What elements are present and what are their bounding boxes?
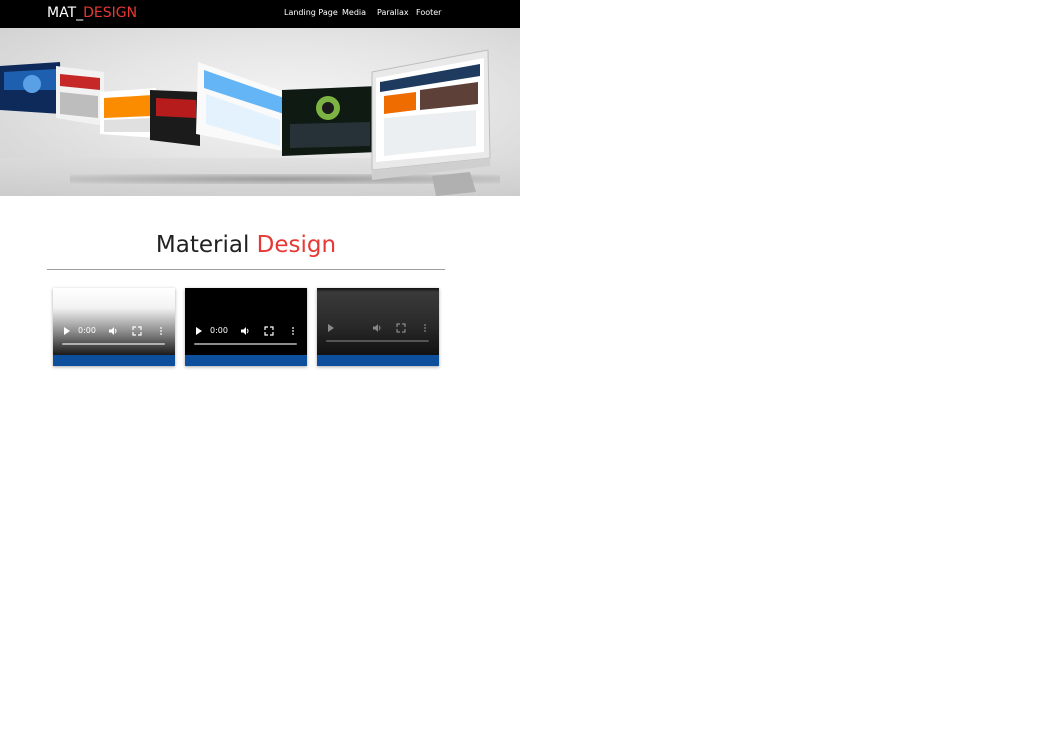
play-icon[interactable] bbox=[326, 323, 336, 333]
play-icon[interactable] bbox=[194, 326, 204, 336]
section-divider bbox=[47, 269, 445, 270]
brand-part-1: MAT_ bbox=[47, 5, 84, 21]
section-title-dark: Material bbox=[155, 232, 257, 258]
seek-bar[interactable] bbox=[62, 343, 165, 345]
brand-logo[interactable]: MAT_DESIGN bbox=[47, 4, 137, 22]
hero-image bbox=[0, 28, 520, 196]
section-title: Material Design bbox=[46, 230, 446, 260]
card-footer-bar bbox=[185, 355, 307, 366]
fullscreen-icon[interactable] bbox=[264, 326, 274, 336]
navbar: MAT_DESIGN Landing Page Media Parallax F… bbox=[0, 0, 520, 28]
video-card bbox=[317, 288, 439, 366]
more-options-icon[interactable] bbox=[288, 326, 298, 336]
volume-icon[interactable] bbox=[108, 326, 118, 336]
volume-icon[interactable] bbox=[240, 326, 250, 336]
seek-bar[interactable] bbox=[326, 340, 429, 342]
card-footer-bar bbox=[53, 355, 175, 366]
time-display: 0:00 bbox=[210, 326, 228, 335]
video-player[interactable] bbox=[317, 288, 439, 355]
brand-part-2: DESIGN bbox=[83, 5, 138, 21]
volume-icon[interactable] bbox=[372, 323, 382, 333]
website-screens-illustration bbox=[0, 49, 491, 196]
section-title-red: Design bbox=[256, 232, 337, 258]
time-display: 0:00 bbox=[78, 326, 96, 335]
play-icon[interactable] bbox=[62, 326, 72, 336]
video-player[interactable]: 0:00 bbox=[185, 288, 307, 355]
fullscreen-icon[interactable] bbox=[132, 326, 142, 336]
more-options-icon[interactable] bbox=[420, 323, 430, 333]
nav-link-landing-page[interactable]: Landing Page bbox=[284, 8, 338, 18]
more-options-icon[interactable] bbox=[156, 326, 166, 336]
video-card: 0:00 bbox=[53, 288, 175, 366]
video-card: 0:00 bbox=[185, 288, 307, 366]
video-player[interactable]: 0:00 bbox=[53, 288, 175, 355]
fullscreen-icon[interactable] bbox=[396, 323, 406, 333]
nav-link-parallax[interactable]: Parallax bbox=[377, 8, 409, 18]
nav-link-media[interactable]: Media bbox=[342, 8, 366, 18]
card-footer-bar bbox=[317, 355, 439, 366]
nav-link-footer[interactable]: Footer bbox=[416, 8, 441, 18]
seek-bar[interactable] bbox=[194, 343, 297, 345]
